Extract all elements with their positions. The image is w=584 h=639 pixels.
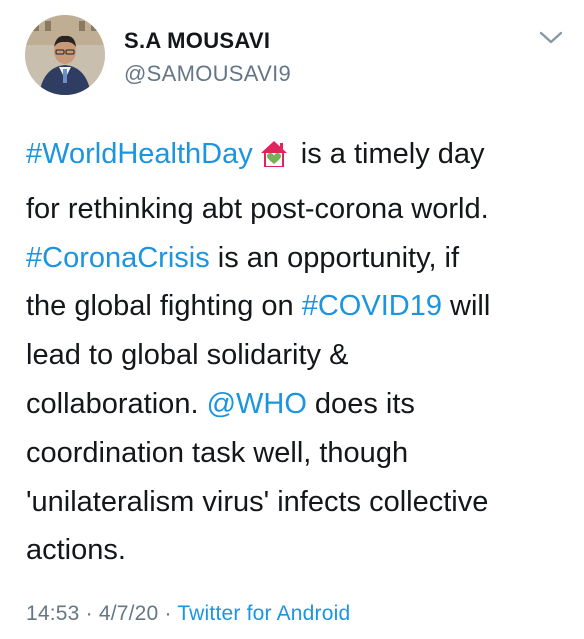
tweet-text-segment: will <box>441 290 491 323</box>
tweet-text: #WorldHealthDay is a timely day for rethi… <box>26 130 571 575</box>
tweet-text-segment: lead to global solidarity & <box>26 339 349 372</box>
hashtag-covid19-link[interactable]: #COVID19 <box>302 290 442 322</box>
tweet-text-line: collaboration. @WHO does its <box>26 380 571 429</box>
tweet-text-line: #CoronaCrisis is an opportunity, if <box>26 234 571 283</box>
tweet-text-segment: is a timely day <box>292 138 485 170</box>
tweet-date[interactable]: 4/7/20 <box>99 602 159 625</box>
avatar-photo <box>25 15 105 95</box>
hashtag-coronacrisis-link[interactable]: #CoronaCrisis <box>26 242 210 274</box>
user-handle[interactable]: @SAMOUSAVI9 <box>124 61 291 87</box>
chevron-down-icon[interactable] <box>536 26 566 50</box>
tweet-text-line: the global fighting on #COVID19 will <box>26 282 571 331</box>
tweet-text-segment: 'unilateralism virus' infects collective <box>26 485 489 518</box>
tweet-text-segment: is an opportunity, if <box>209 241 460 274</box>
tweet-text-line: coordination task well, though <box>26 429 571 478</box>
hashtag-worldhealthday-link[interactable]: #WorldHealthDay <box>26 138 253 170</box>
tweet-source-link[interactable]: Twitter for Android <box>177 602 350 625</box>
tweet-text-segment: actions. <box>26 534 126 567</box>
avatar[interactable] <box>25 15 105 95</box>
tweet-text-segment: for rethinking abt post-corona world. <box>26 192 489 225</box>
tweet-time[interactable]: 14:53 <box>26 602 80 625</box>
display-name[interactable]: S.A MOUSAVI <box>124 28 270 54</box>
tweet-text-line: actions. <box>26 526 571 575</box>
tweet-text-line: 'unilateralism virus' infects collective <box>26 478 571 527</box>
tweet-text-segment: coordination task well, though <box>26 436 409 469</box>
house-with-heart-icon <box>259 136 289 185</box>
tweet-text-segment: does its <box>306 387 415 420</box>
tweet-text-line: #WorldHealthDay is a timely day <box>26 130 571 185</box>
mention-who-link[interactable]: @WHO <box>207 388 307 420</box>
tweet-text-segment: collaboration. <box>26 387 207 420</box>
meta-separator: · <box>158 602 178 625</box>
tweet: S.A MOUSAVI @SAMOUSAVI9 #WorldHealthDay … <box>0 0 584 639</box>
tweet-meta: 14:53 · 4/7/20 · Twitter for Android <box>26 602 350 626</box>
tweet-text-line: lead to global solidarity & <box>26 331 571 380</box>
tweet-text-segment: the global fighting on <box>26 290 302 323</box>
tweet-text-line: for rethinking abt post-corona world. <box>26 185 571 234</box>
meta-separator: · <box>79 602 99 625</box>
